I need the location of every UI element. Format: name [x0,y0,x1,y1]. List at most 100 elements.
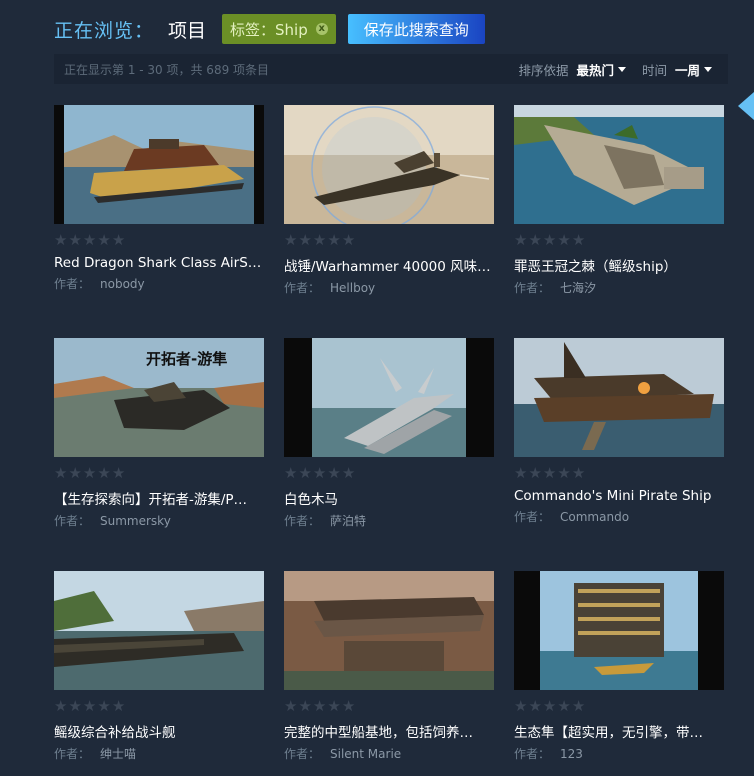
star-icon: ★ [341,231,356,249]
author-label: 作者： [54,747,91,761]
item-title[interactable]: 白色木马 [284,488,496,508]
star-icon: ★ [54,231,68,249]
item-title[interactable]: 生态隼【超实用，无引擎，带… [514,721,726,741]
star-icon: ★ [54,697,68,715]
workshop-item[interactable]: ★ ★ ★ ★ ★ 罪恶王冠之棘（鳐级ship） 作者： 七海汐 [514,105,724,296]
item-title[interactable]: Red Dragon Shark Class AirS… [54,255,266,271]
workshop-item[interactable]: ★ ★ ★ ★ ★ 完整的中型船基地，包括饲养… 作者： Silent Marie [284,571,494,762]
star-icon: ★ [514,697,528,715]
star-icon: ★ [542,231,557,249]
star-icon: ★ [111,464,126,482]
workshop-item[interactable]: ★ ★ ★ ★ ★ 生态隼【超实用，无引擎，带… 作者： 123 [514,571,724,762]
author-name[interactable]: Hellboy [330,281,375,295]
author-name[interactable]: Silent Marie [330,747,401,761]
results-infobar: 正在显示第 1 - 30 项，共 689 项条目 排序依据 最热门 时间 一周 [54,54,728,84]
tag-filter-label: 标签：Ship [230,20,308,39]
time-label: 时间 [641,62,667,78]
star-icon: ★ [82,464,97,482]
star-icon: ★ [68,697,82,715]
star-icon: ★ [327,464,341,482]
star-icon: ★ [528,464,542,482]
star-icon: ★ [97,231,111,249]
item-thumbnail[interactable] [284,338,494,457]
browsing-label: 正在浏览： [54,19,155,42]
star-icon: ★ [284,697,298,715]
star-icon: ★ [97,464,111,482]
item-thumbnail[interactable] [514,338,724,457]
star-icon: ★ [341,697,356,715]
item-thumbnail[interactable]: 开拓者-游隼 [54,338,264,457]
item-author: 作者： Hellboy [284,279,494,296]
star-icon: ★ [111,697,126,715]
tag-filter-pill[interactable]: 标签：Ship x [222,14,336,44]
sort-dropdown[interactable]: 最热门 [576,60,626,79]
workshop-item[interactable]: ★ ★ ★ ★ ★ 战锤/Warhammer 40000 风味… 作者： Hellboy [284,105,494,296]
author-name[interactable]: nobody [100,277,145,291]
item-title[interactable]: Commando's Mini Pirate Ship [514,488,726,504]
item-title[interactable]: 完整的中型船基地，包括饲养… [284,721,496,741]
author-name[interactable]: 萨泊特 [330,514,366,528]
author-name[interactable]: Summersky [100,514,171,528]
star-icon: ★ [542,464,557,482]
author-label: 作者： [284,281,321,295]
item-thumbnail[interactable] [54,571,264,690]
time-dropdown[interactable]: 一周 [675,60,712,79]
item-author: 作者： Commando [514,508,724,525]
star-icon: ★ [82,697,97,715]
author-name[interactable]: 123 [560,747,583,761]
star-icon: ★ [571,464,586,482]
rating-stars: ★ ★ ★ ★ ★ [284,231,494,249]
author-name[interactable]: Commando [560,510,629,524]
sort-value: 最热门 [576,62,614,78]
star-icon: ★ [557,464,571,482]
workshop-item[interactable]: 开拓者-游隼 ★ ★ ★ ★ ★ 【生存探索向】开拓者-游集/P… 作者： Summers… [54,338,264,529]
star-icon: ★ [557,231,571,249]
item-author: 作者： 七海汐 [514,279,724,296]
workshop-item[interactable]: ★ ★ ★ ★ ★ Red Dragon Shark Class AirS… 作者： no… [54,105,264,292]
chevron-down-icon [617,66,626,72]
sort-label: 排序依据 [518,62,569,78]
item-thumbnail[interactable] [54,105,264,224]
time-value: 一周 [674,62,700,78]
workshop-item[interactable]: ★ ★ ★ ★ ★ 鳐级综合补给战斗舰 作者： 绅士喵 [54,571,264,762]
star-icon: ★ [571,697,586,715]
star-icon: ★ [542,697,557,715]
rating-stars: ★ ★ ★ ★ ★ [54,464,264,482]
star-icon: ★ [312,231,327,249]
rating-stars: ★ ★ ★ ★ ★ [54,697,264,715]
workshop-item[interactable]: ★ ★ ★ ★ ★ 白色木马 作者： 萨泊特 [284,338,494,529]
item-author: 作者： 123 [514,745,724,762]
rating-stars: ★ ★ ★ ★ ★ [514,231,724,249]
star-icon: ★ [514,231,528,249]
item-thumbnail[interactable] [514,105,724,224]
workshop-item[interactable]: ★ ★ ★ ★ ★ Commando's Mini Pirate Ship 作者： Com… [514,338,724,525]
item-title[interactable]: 战锤/Warhammer 40000 风味… [284,255,496,275]
save-search-button[interactable]: 保存此搜索查询 [347,14,485,44]
star-icon: ★ [327,231,341,249]
star-icon: ★ [284,464,298,482]
star-icon: ★ [54,464,68,482]
item-thumbnail[interactable] [284,105,494,224]
author-label: 作者： [514,747,551,761]
author-label: 作者： [514,510,551,524]
item-thumbnail[interactable] [284,571,494,690]
author-name[interactable]: 绅士喵 [100,747,136,761]
item-title[interactable]: 【生存探索向】开拓者-游集/P… [54,488,266,508]
author-label: 作者： [284,747,321,761]
item-thumbnail[interactable] [514,571,724,690]
item-author: 作者： 萨泊特 [284,512,494,529]
item-title[interactable]: 罪恶王冠之棘（鳐级ship） [514,255,726,275]
item-author: 作者： nobody [54,275,264,292]
star-icon: ★ [111,231,126,249]
next-page-arrow-icon[interactable] [738,92,754,120]
star-icon: ★ [327,697,341,715]
item-title[interactable]: 鳐级综合补给战斗舰 [54,721,266,741]
browse-header: 正在浏览： 项目 标签：Ship x 保存此搜索查询 [54,14,485,44]
results-count: 正在显示第 1 - 30 项，共 689 项条目 [64,62,270,77]
author-label: 作者： [54,277,91,291]
remove-tag-icon[interactable]: x [315,23,328,35]
rating-stars: ★ ★ ★ ★ ★ [284,464,494,482]
author-label: 作者： [514,281,551,295]
sort-control: 排序依据 最热门 [518,60,626,79]
author-name[interactable]: 七海汐 [560,281,596,295]
